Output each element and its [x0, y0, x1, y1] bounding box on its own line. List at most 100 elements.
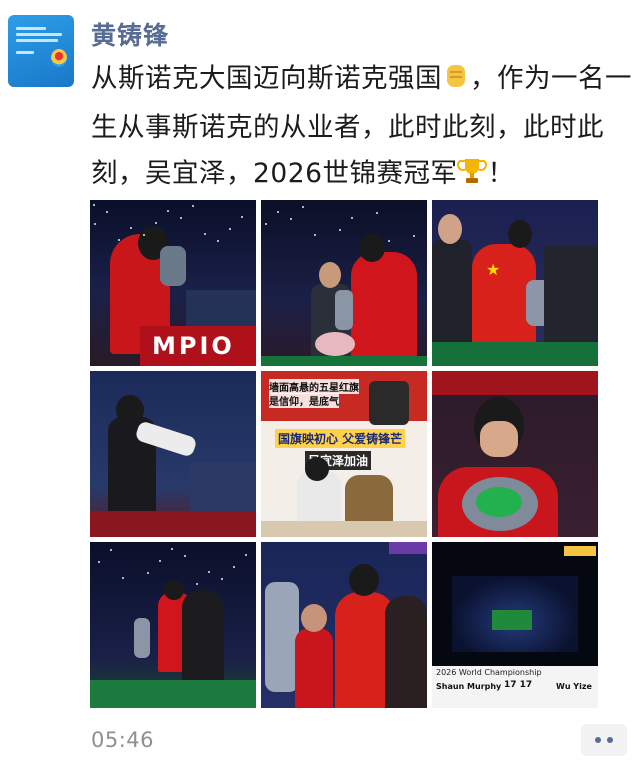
account-avatar[interactable] — [8, 15, 74, 87]
arena-barrier — [90, 511, 256, 537]
trophy — [265, 582, 299, 692]
photo-9[interactable]: 2026 World Championship Shaun Murphy 17 … — [432, 542, 598, 708]
arena-light — [122, 577, 124, 579]
avatar-text-line — [16, 39, 58, 42]
arena-light — [290, 218, 292, 220]
flag-star: ★ — [486, 260, 501, 279]
official-head — [319, 262, 341, 288]
arena-light — [208, 571, 210, 573]
scoreboard: 2026 World Championship Shaun Murphy 17 … — [432, 666, 598, 708]
post-text-part3: ！ — [487, 158, 515, 189]
avatar-text-line — [16, 33, 62, 36]
snooker-table — [90, 680, 256, 708]
arena-light — [110, 549, 112, 551]
association-logo-icon — [51, 49, 67, 67]
photo-5[interactable]: 墙面高悬的五星红旗 是信仰，是底气 国旗映初心 父爱铸锋芒 吴宜泽加油 — [261, 371, 427, 537]
photo-6[interactable] — [432, 371, 598, 537]
dot-icon — [607, 737, 613, 743]
caption-title: 国旗映初心 父爱铸锋芒 — [275, 429, 406, 448]
arena-light — [241, 216, 243, 218]
arena-light — [130, 227, 132, 229]
trophy-emoji-icon — [457, 154, 488, 200]
photo-2[interactable] — [261, 200, 427, 366]
snooker-table — [492, 610, 532, 630]
champion-head — [164, 580, 184, 600]
author-name[interactable]: 黄铸锋 — [91, 16, 169, 52]
man-at-computer — [369, 381, 409, 425]
arena-light — [167, 210, 169, 212]
arena-light — [302, 206, 304, 208]
photo-3[interactable]: ★ — [432, 200, 598, 366]
post-time: 05:46 — [91, 728, 155, 752]
arena-light — [118, 239, 120, 241]
scoreboard-event: 2026 World Championship — [436, 668, 542, 677]
scoreboard-player-1: Shaun Murphy — [436, 682, 502, 691]
broadcast-banner — [432, 371, 598, 395]
photo-7[interactable] — [90, 542, 256, 708]
trophy — [335, 290, 353, 330]
arena-light — [339, 229, 341, 231]
fan-head — [301, 604, 327, 632]
arena-light — [277, 211, 279, 213]
arena-light — [351, 217, 353, 219]
trophy — [134, 618, 150, 658]
champion-head — [359, 234, 385, 262]
photo-grid: MPIO ★ 墙面高悬的五星红旗 是信仰，是底气 国旗映初心 父爱铸锋芒 吴宜泽… — [90, 200, 598, 708]
arena-light — [159, 560, 161, 562]
flag-draped-champion — [351, 252, 417, 364]
arena-light — [94, 223, 96, 225]
trophy-reflection — [476, 487, 522, 517]
avatar-text-line — [16, 51, 34, 54]
man-in-suit — [432, 240, 472, 350]
arena-light — [98, 561, 100, 563]
arena-light — [184, 555, 186, 557]
more-actions-button[interactable] — [581, 724, 627, 756]
champion-head — [508, 220, 532, 248]
champion-banner: MPIO — [140, 326, 256, 366]
woman-in-black — [385, 596, 427, 708]
arena-light — [388, 240, 390, 242]
boy-head — [305, 457, 329, 481]
champion-head — [349, 564, 379, 596]
arena-light — [93, 204, 95, 206]
broadcast-logo — [564, 546, 596, 556]
champion-face — [480, 421, 518, 457]
fist-emoji-icon — [442, 59, 470, 105]
table-edge — [261, 356, 427, 366]
arena-light — [171, 548, 173, 550]
player-head — [116, 395, 144, 425]
arena-light — [229, 228, 231, 230]
arena-light — [196, 583, 198, 585]
floor — [261, 521, 427, 537]
flowers — [315, 332, 355, 356]
arena-light — [204, 233, 206, 235]
arena-light — [245, 554, 247, 556]
photo-1[interactable]: MPIO — [90, 200, 256, 366]
arena-light — [192, 205, 194, 207]
broadcast-logo — [389, 542, 427, 554]
banner-text: MPIO — [152, 332, 235, 360]
officials — [544, 246, 598, 350]
arena-light — [147, 572, 149, 574]
scoreboard-score: 17 17 — [504, 680, 533, 690]
avatar-text-line — [16, 27, 46, 30]
arena-light — [217, 240, 219, 242]
trophy — [160, 246, 186, 286]
scoreboard-player-2: Wu Yize — [556, 682, 592, 691]
arena-light — [376, 212, 378, 214]
caption-line-2: 是信仰，是底气 — [269, 393, 339, 408]
arena-light — [314, 234, 316, 236]
photo-4[interactable] — [90, 371, 256, 537]
post-text-part1: 从斯诺克大国迈向斯诺克强国 — [91, 63, 442, 94]
dot-icon — [595, 737, 601, 743]
person-hugging — [182, 590, 224, 684]
photo-8[interactable] — [261, 542, 427, 708]
arena-light — [155, 222, 157, 224]
arena-light — [180, 217, 182, 219]
fan-in-red — [295, 628, 333, 708]
man-head — [438, 214, 462, 244]
table-edge — [432, 342, 598, 366]
arena-light — [143, 234, 145, 236]
arena-light — [221, 578, 223, 580]
post-text: 从斯诺克大国迈向斯诺克强国 ，作为一名一生从事斯诺克的从业者，此时此刻，此时此刻，… — [91, 56, 636, 200]
